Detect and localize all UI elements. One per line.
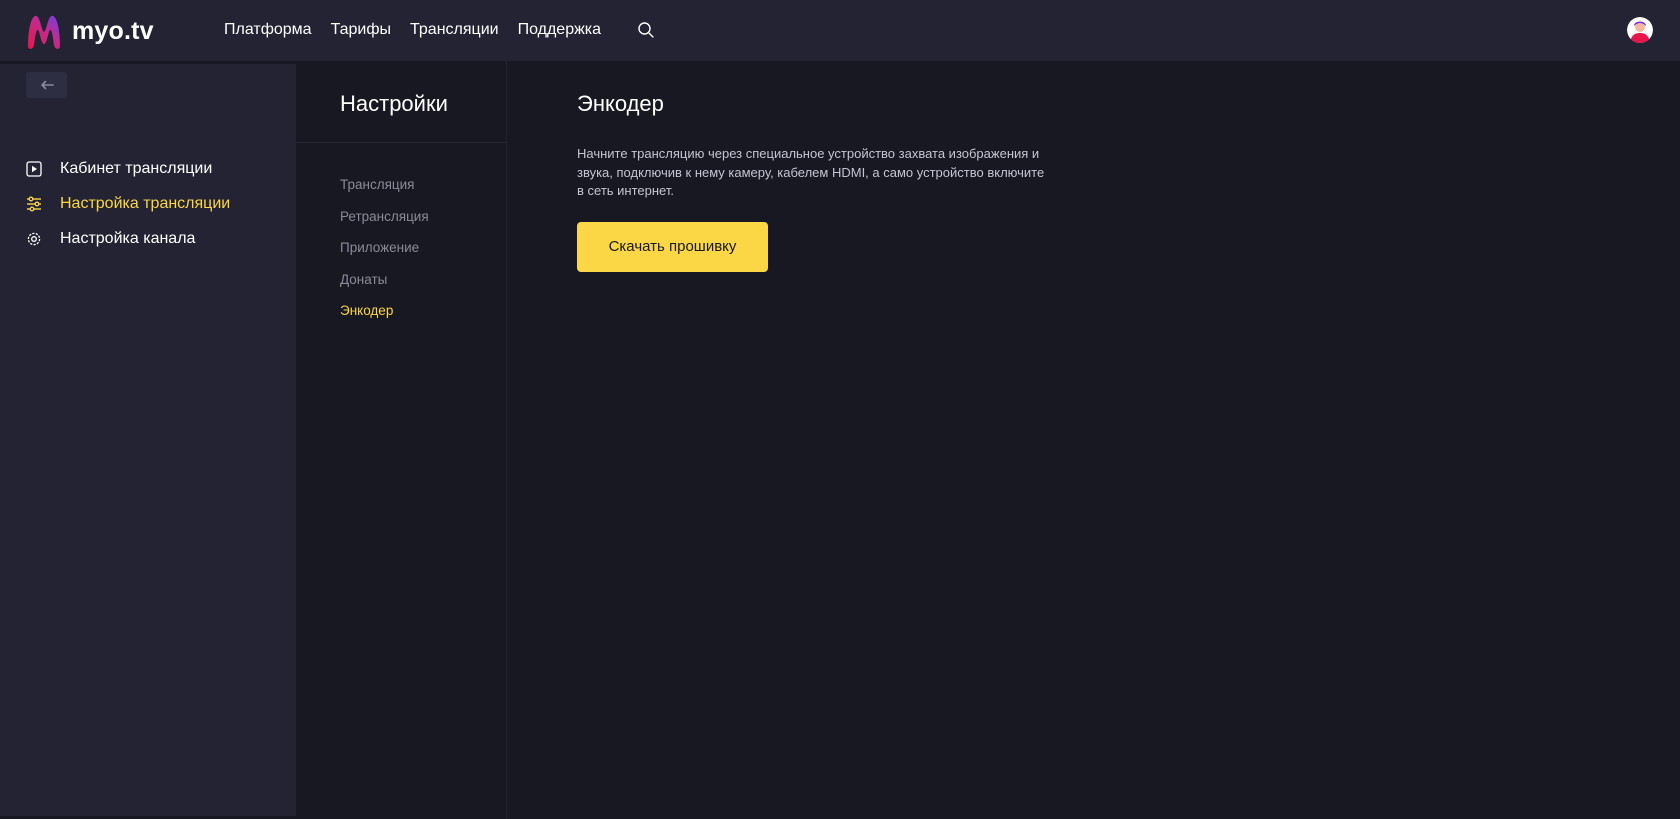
settings-item-rebroadcast[interactable]: Ретрансляция bbox=[340, 208, 429, 240]
page-title: Энкодер bbox=[577, 91, 664, 116]
nav-item-streams[interactable]: Трансляции bbox=[410, 20, 499, 40]
logo-text: myo.tv bbox=[72, 16, 154, 45]
logo[interactable]: myo.tv bbox=[25, 12, 154, 50]
main-content: Энкодер Начните трансляцию через специал… bbox=[577, 91, 1057, 272]
sidebar-item-channel-settings[interactable]: Настройка канала bbox=[26, 221, 230, 256]
settings-item-donations[interactable]: Донаты bbox=[340, 271, 429, 303]
sidebar-item-stream-cabinet[interactable]: Кабинет трансляции bbox=[26, 151, 230, 186]
user-avatar[interactable] bbox=[1627, 17, 1653, 43]
sidebar-item-label: Настройка канала bbox=[60, 229, 196, 247]
play-square-icon bbox=[26, 160, 42, 177]
sidebar-menu: Кабинет трансляции Настройка трансляции bbox=[26, 151, 230, 256]
sliders-icon bbox=[26, 196, 42, 212]
top-navigation-bar: myo.tv Платформа Тарифы Трансляции Подде… bbox=[0, 0, 1680, 61]
settings-column: Настройки Трансляция Ретрансляция Прилож… bbox=[296, 61, 507, 819]
sidebar-item-stream-settings[interactable]: Настройка трансляции bbox=[26, 186, 230, 221]
myo-logo-icon bbox=[28, 15, 60, 49]
download-firmware-button[interactable]: Скачать прошивку bbox=[577, 221, 768, 272]
nav-item-platform[interactable]: Платформа bbox=[224, 20, 312, 40]
back-button[interactable] bbox=[26, 72, 67, 98]
divider bbox=[296, 142, 507, 143]
nav-item-support[interactable]: Поддержка bbox=[518, 20, 601, 40]
arrow-left-icon bbox=[40, 80, 54, 90]
sidebar-item-label: Кабинет трансляции bbox=[60, 159, 213, 177]
settings-menu: Трансляция Ретрансляция Приложение Донат… bbox=[340, 176, 429, 334]
settings-item-encoder[interactable]: Энкодер bbox=[340, 302, 429, 334]
search-icon[interactable] bbox=[637, 21, 655, 39]
gear-icon bbox=[26, 231, 42, 247]
sidebar-item-label: Настройка трансляции bbox=[60, 194, 231, 212]
settings-item-app[interactable]: Приложение bbox=[340, 239, 429, 271]
encoder-description: Начните трансляцию через специальное уст… bbox=[577, 146, 1045, 198]
settings-item-broadcast[interactable]: Трансляция bbox=[340, 176, 429, 208]
settings-title: Настройки bbox=[340, 91, 448, 116]
avatar-icon bbox=[1627, 17, 1653, 43]
main-nav: Платформа Тарифы Трансляции Поддержка bbox=[224, 20, 620, 40]
sidebar: Кабинет трансляции Настройка трансляции bbox=[0, 64, 296, 816]
nav-item-pricing[interactable]: Тарифы bbox=[331, 20, 391, 40]
